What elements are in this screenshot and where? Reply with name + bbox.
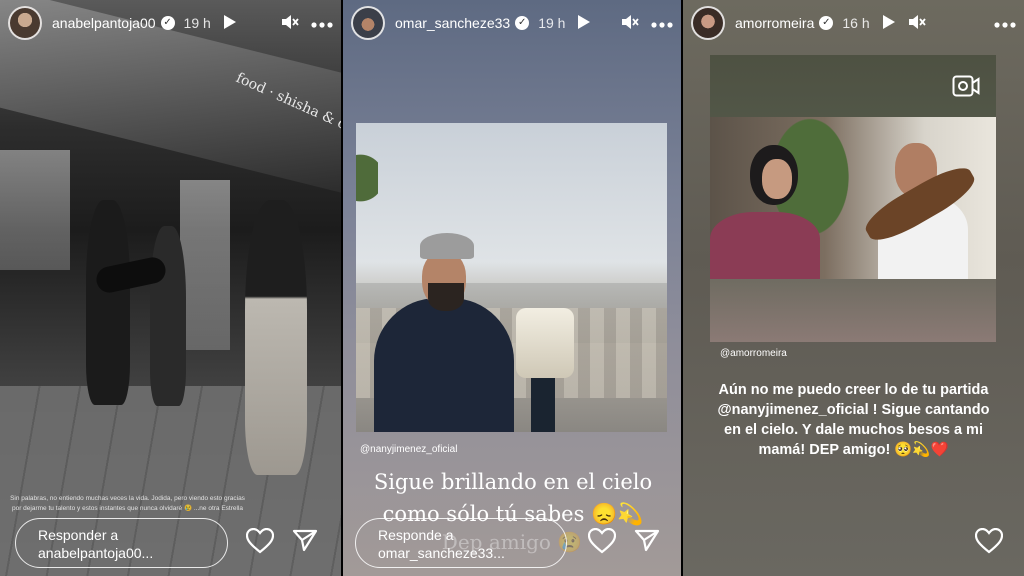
more-icon[interactable]	[994, 16, 1016, 30]
story-photo-background: food · shisha & cocktails	[0, 0, 341, 576]
story-amorromeira[interactable]: @amorromeira Aún no me puedo creer lo de…	[683, 0, 1024, 576]
avatar[interactable]	[691, 6, 725, 40]
username[interactable]: amorromeira	[735, 15, 814, 31]
message-line: Aún no me puedo creer lo de tu partida	[718, 382, 989, 398]
story-header: amorromeira ✓ 16 h	[683, 6, 1024, 40]
avatar[interactable]	[8, 6, 42, 40]
timestamp: 19 h	[538, 15, 566, 31]
username[interactable]: anabelpantoja00	[52, 15, 156, 31]
verified-icon: ✓	[515, 16, 530, 30]
play-icon[interactable]	[223, 14, 237, 32]
mute-icon[interactable]	[908, 14, 926, 32]
verified-icon: ✓	[819, 16, 834, 30]
quote-line: Sigue brillando en el cielo	[373, 470, 653, 494]
timestamp: 19 h	[183, 15, 211, 31]
username[interactable]: omar_sancheze33	[395, 15, 510, 31]
story-header: omar_sancheze33 ✓ 19 h	[343, 6, 681, 40]
camera-icon	[952, 75, 980, 102]
stories-viewer: food · shisha & cocktails anabelpantoja0…	[0, 0, 1024, 576]
story-photo	[356, 123, 667, 432]
story-caption: Sin palabras, no entiendo muchas veces l…	[10, 495, 245, 512]
mute-icon[interactable]	[621, 14, 639, 32]
send-icon[interactable]	[292, 528, 320, 554]
heart-icon[interactable]	[245, 527, 275, 554]
heart-icon[interactable]	[974, 527, 1004, 554]
mute-icon[interactable]	[281, 14, 299, 32]
message-line: mamá! DEP amigo! 🥺💫❤️	[758, 442, 949, 458]
message-line: en el cielo. Y dale muchos besos a mi	[724, 422, 983, 438]
timestamp: 16 h	[842, 15, 870, 31]
more-icon[interactable]	[311, 16, 333, 30]
reply-placeholder: Responde a omar_sancheze33...	[378, 527, 505, 561]
story-omar_sancheze33[interactable]: omar_sancheze33 ✓ 19 h @nanyjimenez_ofic…	[343, 0, 681, 576]
more-icon[interactable]	[651, 16, 673, 30]
send-icon[interactable]	[634, 528, 662, 554]
reply-placeholder: Responder a anabelpantoja00...	[38, 527, 154, 561]
mention-tag[interactable]: @nanyjimenez_oficial	[360, 444, 457, 455]
play-icon[interactable]	[882, 14, 896, 32]
heart-icon[interactable]	[587, 527, 617, 554]
shared-video	[710, 117, 996, 279]
story-message: Aún no me puedo creer lo de tu partida @…	[697, 380, 1010, 460]
mention-tag[interactable]: @amorromeira	[720, 348, 787, 359]
avatar[interactable]	[351, 6, 385, 40]
reply-input[interactable]: Responder a anabelpantoja00...	[15, 518, 228, 568]
verified-icon: ✓	[160, 16, 175, 30]
story-anabelpantoja00[interactable]: food · shisha & cocktails anabelpantoja0…	[0, 0, 341, 576]
reply-input[interactable]: Responde a omar_sancheze33...	[355, 518, 567, 568]
play-icon[interactable]	[577, 14, 591, 32]
story-header: anabelpantoja00 ✓ 19 h	[0, 6, 341, 40]
message-line[interactable]: @nanyjimenez_oficial ! Sigue cantando	[697, 400, 1010, 420]
